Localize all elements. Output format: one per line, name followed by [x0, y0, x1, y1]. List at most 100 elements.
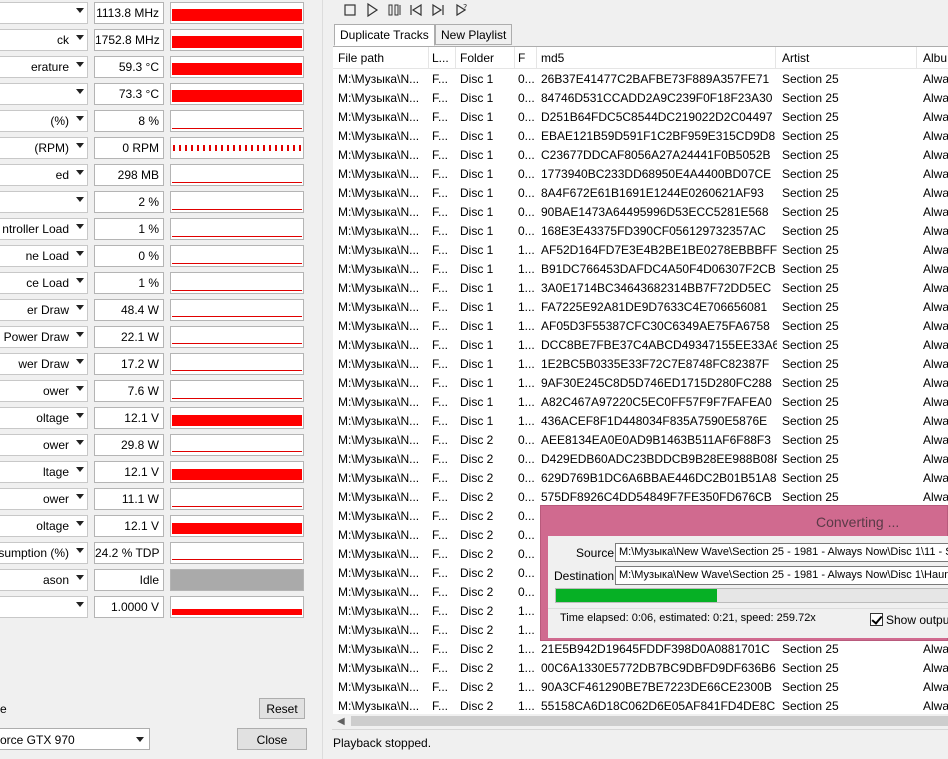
table-cell: F... [432, 566, 449, 580]
source-field[interactable]: M:\Музыка\New Wave\Section 25 - 1981 - A… [615, 543, 948, 562]
column-separator[interactable] [514, 47, 515, 69]
pause-icon[interactable] [386, 2, 402, 18]
table-row[interactable]: M:\Музыка\N... F... Disc 2 1... 21E5B942D196… [333, 640, 948, 659]
table-cell: 436ACEF8F1D448034F835A7590E5876E [541, 414, 768, 428]
table-row[interactable]: M:\Музыка\N... F... Disc 1 1... AF05D3F55387… [333, 317, 948, 336]
sensor-select[interactable]: ce Load [0, 272, 88, 294]
table-cell: 0... [518, 452, 535, 466]
random-icon[interactable]: ? [454, 2, 470, 18]
column-header-cell[interactable]: md5 [541, 51, 777, 65]
table-cell: F... [432, 91, 449, 105]
table-row[interactable]: M:\Музыка\N... F... Disc 1 0... D251B64FDC5C… [333, 108, 948, 127]
show-output-checkbox[interactable] [870, 613, 883, 626]
graph-line [172, 451, 302, 452]
tab-duplicate-tracks[interactable]: Duplicate Tracks [334, 24, 435, 46]
sensor-label: oltage [36, 411, 69, 425]
sensor-select[interactable]: ne Load [0, 245, 88, 267]
table-row[interactable]: M:\Музыка\N... F... Disc 1 1... DCC8BE7FBE37… [333, 336, 948, 355]
column-header-cell[interactable]: Albu [923, 51, 948, 65]
previous-icon[interactable] [408, 2, 424, 18]
sensor-select[interactable] [0, 83, 88, 105]
sensor-select[interactable]: ed [0, 164, 88, 186]
table-row[interactable]: M:\Музыка\N... F... Disc 1 0... C23677DDCAF8… [333, 146, 948, 165]
table-row[interactable]: M:\Музыка\N... F... Disc 1 0... 8A4F672E61B1… [333, 184, 948, 203]
table-row[interactable]: M:\Музыка\N... F... Disc 1 0... EBAE121B59D5… [333, 127, 948, 146]
table-row[interactable]: M:\Музыка\N... F... Disc 1 1... 3A0E1714BC34… [333, 279, 948, 298]
table-cell: 0... [518, 167, 535, 181]
sensor-select[interactable]: ltage [0, 461, 88, 483]
sensor-select[interactable] [0, 2, 88, 24]
column-separator[interactable] [916, 47, 917, 69]
column-separator[interactable] [536, 47, 537, 69]
column-header-cell[interactable]: File path [338, 51, 428, 65]
table-cell: Section 25 [782, 129, 839, 143]
reset-button[interactable]: Reset [259, 698, 305, 719]
progress-fill [556, 589, 717, 602]
sensor-select[interactable]: Power Draw [0, 326, 88, 348]
table-row[interactable]: M:\Музыка\N... F... Disc 2 1... 90A3CF461290… [333, 678, 948, 697]
sensor-graph [170, 407, 304, 429]
scrollbar-thumb[interactable] [351, 716, 948, 726]
table-cell: Disc 1 [460, 72, 494, 86]
close-button[interactable]: Close [237, 728, 307, 750]
sensor-select[interactable]: sumption (%) [0, 542, 88, 564]
column-header-cell[interactable]: Folder [460, 51, 514, 65]
table-row[interactable]: M:\Музыка\N... F... Disc 1 0... 84746D531CCA… [333, 89, 948, 108]
table-cell: 1... [518, 262, 535, 276]
stop-icon[interactable] [342, 2, 358, 18]
sensor-select[interactable]: ntroller Load [0, 218, 88, 240]
table-row[interactable]: M:\Музыка\N... F... Disc 1 1... A82C467A9722… [333, 393, 948, 412]
table-row[interactable]: M:\Музыка\N... F... Disc 1 0... 26B37E41477C… [333, 70, 948, 89]
panel-divider[interactable] [322, 0, 332, 759]
play-icon[interactable] [364, 2, 380, 18]
table-cell: F... [432, 281, 449, 295]
sensor-select[interactable]: wer Draw [0, 353, 88, 375]
column-separator[interactable] [775, 47, 776, 69]
sensor-select[interactable]: oltage [0, 407, 88, 429]
table-cell: Alwa [923, 357, 948, 371]
table-cell: Alwa [923, 319, 948, 333]
table-row[interactable]: M:\Музыка\N... F... Disc 2 0... AEE8134EA0E0… [333, 431, 948, 450]
table-row[interactable]: M:\Музыка\N... F... Disc 1 1... B91DC766453D… [333, 260, 948, 279]
table-row[interactable]: M:\Музыка\N... F... Disc 2 1... 55158CA6D18C… [333, 697, 948, 714]
table-row[interactable]: M:\Музыка\N... F... Disc 1 1... 1E2BC5B0335E… [333, 355, 948, 374]
scroll-left-icon[interactable]: ◀ [337, 716, 345, 727]
column-header-cell[interactable]: L... [432, 51, 456, 65]
sensor-select[interactable]: ower [0, 488, 88, 510]
show-output-label[interactable]: Show output [886, 613, 948, 627]
table-cell: F... [432, 357, 449, 371]
sensor-select[interactable]: (%) [0, 110, 88, 132]
table-row[interactable]: M:\Музыка\N... F... Disc 1 1... AF52D164FD7E… [333, 241, 948, 260]
table-row[interactable]: M:\Музыка\N... F... Disc 1 0... 90BAE1473A64… [333, 203, 948, 222]
sensor-select[interactable]: oltage [0, 515, 88, 537]
column-header-cell[interactable]: F [518, 51, 538, 65]
column-header-cell[interactable]: Artist [782, 51, 918, 65]
horizontal-scrollbar[interactable]: ◀ [333, 714, 948, 728]
table-row[interactable]: M:\Музыка\N... F... Disc 1 1... 9AF30E245C8D… [333, 374, 948, 393]
table-row[interactable]: M:\Музыка\N... F... Disc 2 0... D429EDB60ADC… [333, 450, 948, 469]
sensor-select[interactable]: (RPM) [0, 137, 88, 159]
sensor-select[interactable] [0, 191, 88, 213]
table-row[interactable]: M:\Музыка\N... F... Disc 1 0... 1773940BC233… [333, 165, 948, 184]
table-cell: 3A0E1714BC34643682314BB7F72DD5EC [541, 281, 772, 295]
table-row[interactable]: M:\Музыка\N... F... Disc 1 1... FA7225E92A81… [333, 298, 948, 317]
sensor-select[interactable]: ason [0, 569, 88, 591]
column-separator[interactable] [455, 47, 456, 69]
sensor-select[interactable]: ower [0, 380, 88, 402]
table-row[interactable]: M:\Музыка\N... F... Disc 2 1... 00C6A1330E57… [333, 659, 948, 678]
table-row[interactable]: M:\Музыка\N... F... Disc 2 0... 629D769B1DC6… [333, 469, 948, 488]
table-row[interactable]: M:\Музыка\N... F... Disc 1 0... 168E3E43375F… [333, 222, 948, 241]
destination-field[interactable]: M:\Музыка\New Wave\Section 25 - 1981 - A… [615, 566, 948, 585]
sensor-select[interactable]: erature [0, 56, 88, 78]
sensor-select[interactable] [0, 596, 88, 618]
tab-new-playlist[interactable]: New Playlist [435, 24, 513, 45]
sensor-select[interactable]: ck [0, 29, 88, 51]
column-separator[interactable] [428, 47, 429, 69]
sensor-graph [170, 164, 304, 186]
next-icon[interactable] [430, 2, 446, 18]
gpu-select[interactable]: orce GTX 970 [0, 728, 150, 750]
sensor-select[interactable]: ower [0, 434, 88, 456]
sensor-select[interactable]: er Draw [0, 299, 88, 321]
graph-line [172, 263, 302, 264]
table-row[interactable]: M:\Музыка\N... F... Disc 1 1... 436ACEF8F1D4… [333, 412, 948, 431]
